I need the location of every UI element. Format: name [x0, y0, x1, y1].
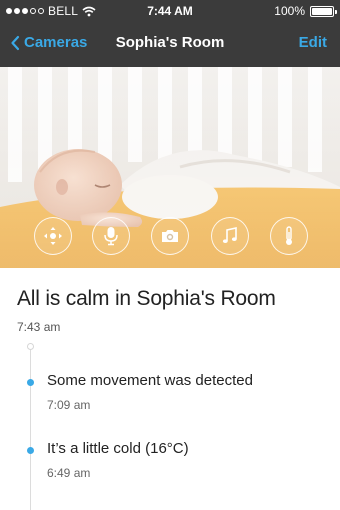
pan-tilt-button[interactable] — [34, 217, 72, 255]
activity-panel: All is calm in Sophia's Room 7:43 am Som… — [0, 268, 340, 510]
microphone-button[interactable] — [92, 217, 130, 255]
chevron-left-icon — [11, 35, 20, 50]
music-note-icon — [222, 227, 237, 243]
temperature-button[interactable] — [270, 217, 308, 255]
timeline-event[interactable]: It’s a little cold (16°C) 6:49 am — [0, 440, 340, 484]
event-time: 6:49 am — [47, 466, 91, 480]
battery-percentage: 100% — [274, 4, 305, 18]
event-text: It’s a little cold (16°C) — [47, 440, 189, 457]
status-headline: All is calm in Sophia's Room — [17, 287, 276, 310]
header: BELL 7:44 AM 100% Cameras Sophia's Room … — [0, 0, 340, 67]
battery-icon — [310, 5, 337, 17]
nav-bar: Cameras Sophia's Room Edit — [0, 22, 340, 67]
status-right: 100% — [274, 4, 337, 18]
back-button[interactable]: Cameras — [10, 34, 87, 51]
camera-controls — [0, 217, 340, 255]
lullaby-button[interactable] — [211, 217, 249, 255]
snapshot-button[interactable] — [151, 217, 189, 255]
baby-monitor-screen: BELL 7:44 AM 100% Cameras Sophia's Room … — [0, 0, 340, 510]
microphone-icon — [104, 227, 118, 246]
camera-icon — [162, 230, 178, 242]
back-button-label: Cameras — [24, 34, 88, 51]
status-bar: BELL 7:44 AM 100% — [0, 0, 340, 22]
event-time: 7:09 am — [47, 398, 91, 412]
timeline-start-marker — [27, 343, 34, 350]
status-time-label: 7:43 am — [17, 320, 61, 334]
timeline-line — [30, 346, 31, 510]
thermometer-icon — [286, 226, 292, 245]
pan-tilt-icon — [44, 227, 62, 245]
event-bullet-icon — [27, 447, 34, 454]
battery-fill — [312, 7, 332, 15]
camera-feed[interactable] — [0, 67, 340, 268]
event-text: Some movement was detected — [47, 372, 253, 389]
event-bullet-icon — [27, 379, 34, 386]
edit-button[interactable]: Edit — [299, 34, 327, 51]
timeline-event[interactable]: Some movement was detected 7:09 am — [0, 372, 340, 416]
